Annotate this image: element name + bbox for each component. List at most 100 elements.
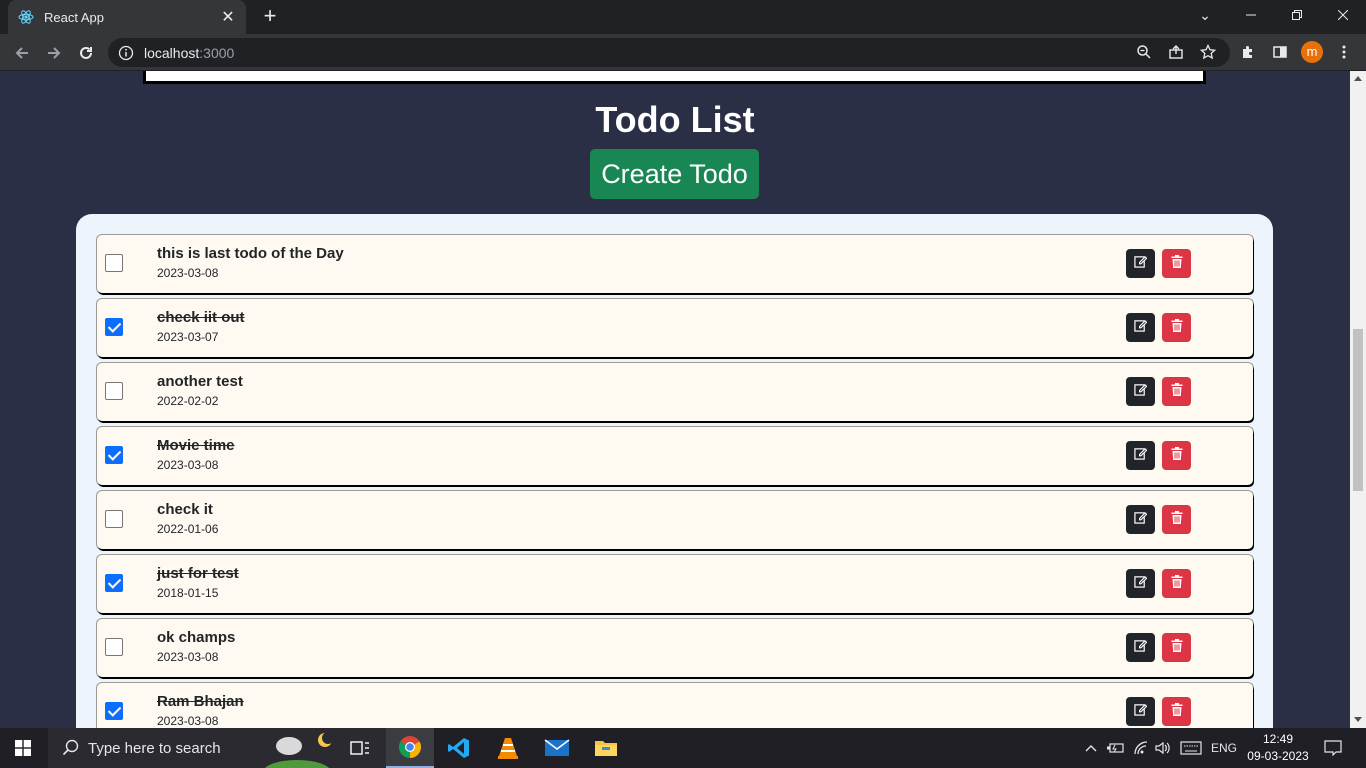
todo-title: ok champs: [157, 629, 236, 646]
url-host: localhost: [144, 44, 200, 61]
todo-checkbox[interactable]: [105, 446, 123, 464]
delete-todo-button[interactable]: [1162, 249, 1191, 278]
menu-kebab-icon[interactable]: [1334, 42, 1354, 62]
delete-todo-button[interactable]: [1162, 313, 1191, 342]
clock-time: 12:49: [1262, 732, 1294, 746]
todo-checkbox[interactable]: [105, 574, 123, 592]
search-icon: [62, 739, 79, 756]
volume-icon[interactable]: [1152, 728, 1174, 768]
todo-date: 2018-01-15: [157, 586, 219, 600]
tab-search-icon[interactable]: ⌄: [1182, 0, 1228, 30]
task-view-icon: [350, 741, 369, 755]
battery-icon[interactable]: [1104, 728, 1126, 768]
browser-toolbar: localhost:3000 m: [0, 34, 1366, 71]
url-port: :3000: [199, 44, 235, 61]
edit-todo-button[interactable]: [1126, 441, 1155, 470]
vscode-icon: [448, 738, 469, 758]
edit-icon: [1134, 319, 1148, 337]
share-icon[interactable]: [1166, 42, 1186, 62]
todo-item: this is last todo of the Day 2023-03-08: [97, 235, 1253, 293]
profile-avatar[interactable]: m: [1301, 41, 1323, 63]
close-window-button[interactable]: [1320, 0, 1366, 30]
restore-button[interactable]: [1274, 0, 1320, 30]
new-tab-button[interactable]: +: [258, 4, 282, 28]
todo-list-card: this is last todo of the Day 2023-03-08 ch…: [76, 214, 1273, 728]
todo-checkbox[interactable]: [105, 318, 123, 336]
scroll-up-arrow[interactable]: [1354, 76, 1362, 81]
taskbar-file-explorer[interactable]: [582, 728, 630, 768]
edit-todo-button[interactable]: [1126, 633, 1155, 662]
todo-checkbox[interactable]: [105, 254, 123, 272]
close-tab-icon[interactable]: ✕: [220, 7, 236, 27]
arrow-right-icon: [48, 47, 61, 59]
taskbar-mail[interactable]: [533, 728, 581, 768]
keyboard-icon[interactable]: [1177, 728, 1205, 768]
todo-checkbox[interactable]: [105, 510, 123, 528]
notifications-icon[interactable]: [1320, 728, 1346, 768]
page-scrollbar[interactable]: [1350, 71, 1366, 728]
browser-tab-bar: React App ✕ + ⌄: [0, 0, 1366, 34]
language-indicator[interactable]: ENG: [1208, 728, 1240, 768]
taskbar-vlc[interactable]: [484, 728, 532, 768]
zoom-icon[interactable]: [1134, 42, 1154, 62]
reload-icon: [80, 46, 92, 59]
todo-date: 2023-03-08: [157, 458, 219, 472]
taskbar-chrome[interactable]: [386, 728, 434, 768]
vlc-icon: [498, 738, 518, 759]
trash-icon: [1171, 702, 1183, 721]
taskbar-vscode[interactable]: [435, 728, 483, 768]
todo-checkbox[interactable]: [105, 702, 123, 720]
todo-title: check iit out: [157, 309, 245, 326]
delete-todo-button[interactable]: [1162, 441, 1191, 470]
minimize-button[interactable]: [1228, 0, 1274, 30]
extensions-icon[interactable]: [1238, 42, 1258, 62]
restore-icon: [1292, 10, 1302, 20]
windows-start-icon[interactable]: [15, 740, 31, 756]
edit-todo-button[interactable]: [1126, 505, 1155, 534]
side-panel-icon[interactable]: [1270, 42, 1290, 62]
trash-icon: [1171, 318, 1183, 337]
delete-todo-button[interactable]: [1162, 697, 1191, 726]
edit-todo-button[interactable]: [1126, 249, 1155, 278]
edit-todo-button[interactable]: [1126, 313, 1155, 342]
todo-title: Movie time: [157, 437, 235, 454]
react-icon: [18, 10, 34, 24]
todo-item: ok champs 2023-03-08: [97, 619, 1253, 677]
delete-todo-button[interactable]: [1162, 633, 1191, 662]
wifi-icon[interactable]: [1130, 728, 1152, 768]
search-highlight-illustration-icon: [264, 732, 334, 768]
todo-item: Ram Bhajan 2023-03-08: [97, 683, 1253, 728]
delete-todo-button[interactable]: [1162, 377, 1191, 406]
scrollbar-thumb[interactable]: [1353, 329, 1363, 491]
scroll-down-arrow[interactable]: [1354, 717, 1362, 722]
create-todo-button[interactable]: Create Todo: [590, 149, 759, 199]
todo-checkbox[interactable]: [105, 638, 123, 656]
trash-icon: [1171, 382, 1183, 401]
edit-todo-button[interactable]: [1126, 569, 1155, 598]
info-icon[interactable]: [118, 45, 134, 61]
taskbar-clock[interactable]: 12:49 09-03-2023: [1246, 731, 1310, 765]
reload-button[interactable]: [73, 40, 99, 66]
address-bar[interactable]: localhost:3000: [108, 38, 1230, 67]
show-hidden-icons[interactable]: [1082, 728, 1100, 768]
todo-date: 2023-03-07: [157, 330, 219, 344]
clock-date: 09-03-2023: [1247, 749, 1309, 763]
bookmark-star-icon[interactable]: [1198, 42, 1218, 62]
trash-icon: [1171, 446, 1183, 465]
delete-todo-button[interactable]: [1162, 569, 1191, 598]
todo-item: just for test 2018-01-15: [97, 555, 1253, 613]
browser-tab[interactable]: React App ✕: [8, 0, 246, 34]
todo-date: 2023-03-08: [157, 266, 219, 280]
todo-title: another test: [157, 373, 243, 390]
edit-todo-button[interactable]: [1126, 697, 1155, 726]
chevron-up-icon: [1085, 745, 1097, 752]
edit-todo-button[interactable]: [1126, 377, 1155, 406]
trash-icon: [1171, 254, 1183, 273]
todo-title: check it: [157, 501, 213, 518]
todo-date: 2022-02-02: [157, 394, 219, 408]
back-button[interactable]: [9, 40, 35, 66]
todo-checkbox[interactable]: [105, 382, 123, 400]
delete-todo-button[interactable]: [1162, 505, 1191, 534]
task-view-button[interactable]: [336, 728, 384, 768]
forward-button[interactable]: [41, 40, 67, 66]
